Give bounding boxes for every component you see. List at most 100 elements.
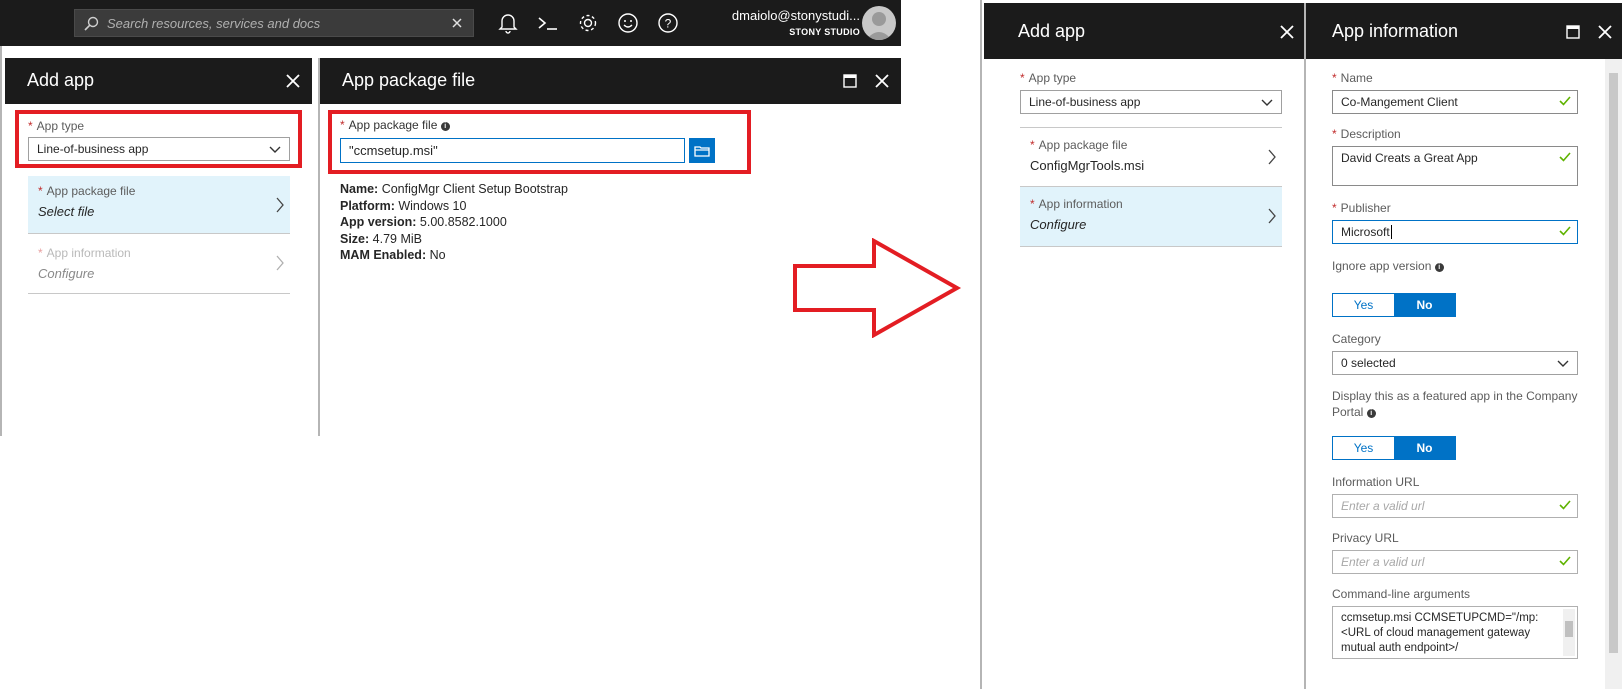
app-type-value: Line-of-business app bbox=[1029, 95, 1141, 109]
checkmark-icon bbox=[1559, 500, 1571, 510]
checkmark-icon bbox=[1559, 556, 1571, 566]
user-account[interactable]: dmaiolo@stonystudi... STONY STUDIO bbox=[700, 0, 860, 46]
featured-app-label: Display this as a featured app in the Co… bbox=[1332, 389, 1578, 419]
add-app-blade-header: Add app bbox=[984, 3, 1304, 59]
nav-app-package-file[interactable]: * App package file Select file bbox=[28, 176, 290, 234]
app-type-label: * App type bbox=[28, 119, 85, 133]
description-input[interactable]: David Creats a Great App bbox=[1332, 146, 1578, 186]
help-icon[interactable]: ? bbox=[648, 0, 688, 46]
app-info-blade-header: App information bbox=[1306, 3, 1622, 59]
cloud-shell-icon[interactable] bbox=[528, 0, 568, 46]
maximize-icon[interactable] bbox=[843, 74, 857, 88]
maximize-icon[interactable] bbox=[1566, 25, 1580, 39]
nav-value: Select file bbox=[38, 204, 95, 219]
app-type-select[interactable]: Line-of-business app bbox=[28, 137, 290, 161]
chevron-down-icon bbox=[1557, 360, 1569, 368]
privacy-url-label: Privacy URL bbox=[1332, 531, 1399, 545]
settings-gear-icon[interactable] bbox=[568, 0, 608, 46]
app-type-select[interactable]: Line-of-business app bbox=[1020, 90, 1282, 114]
chevron-right-icon bbox=[1268, 208, 1276, 224]
featured-app-toggle[interactable]: Yes No bbox=[1332, 436, 1456, 460]
name-value: Co-Mangement Client bbox=[1341, 95, 1458, 109]
close-icon[interactable] bbox=[1598, 25, 1612, 39]
detail-row: MAM Enabled: No bbox=[340, 248, 446, 262]
cmd-args-value: ccmsetup.msi CCMSETUPCMD="/mp:<URL of cl… bbox=[1341, 612, 1539, 654]
browse-file-button[interactable] bbox=[689, 138, 715, 163]
checkmark-icon bbox=[1559, 152, 1571, 162]
package-details: Name: ConfigMgr Client Setup Bootstrap P… bbox=[340, 181, 568, 264]
search-box[interactable]: Search resources, services and docs bbox=[74, 9, 474, 37]
cmd-args-label: Command-line arguments bbox=[1332, 587, 1471, 601]
chevron-right-icon bbox=[276, 197, 284, 213]
folder-icon bbox=[694, 145, 710, 157]
blade-divider bbox=[318, 58, 320, 436]
blade-title: App package file bbox=[342, 70, 476, 90]
package-file-value: "ccmsetup.msi" bbox=[349, 143, 438, 158]
ignore-version-toggle[interactable]: Yes No bbox=[1332, 293, 1456, 317]
name-label: * Name bbox=[1332, 71, 1373, 85]
privacy-url-placeholder: Enter a valid url bbox=[1341, 555, 1425, 569]
feedback-smiley-icon[interactable] bbox=[608, 0, 648, 46]
privacy-url-input[interactable]: Enter a valid url bbox=[1332, 550, 1578, 574]
checkmark-icon bbox=[1559, 96, 1571, 106]
ignore-version-label: Ignore app version i bbox=[1332, 259, 1444, 273]
search-input[interactable]: Search resources, services and docs bbox=[107, 16, 320, 31]
scrollbar[interactable] bbox=[1605, 59, 1622, 689]
nav-value: Configure bbox=[38, 266, 95, 281]
scrollbar-thumb[interactable] bbox=[1565, 621, 1573, 637]
toggle-no[interactable]: No bbox=[1394, 437, 1455, 459]
right-screen-edge bbox=[980, 0, 982, 689]
notifications-icon[interactable] bbox=[488, 0, 528, 46]
clear-search-icon[interactable] bbox=[451, 17, 463, 29]
toggle-no[interactable]: No bbox=[1394, 294, 1455, 316]
blade-divider bbox=[1304, 3, 1306, 689]
nav-app-package-file[interactable]: * App package file ConfigMgrTools.msi bbox=[1020, 127, 1282, 187]
info-url-placeholder: Enter a valid url bbox=[1341, 499, 1425, 513]
info-url-label: Information URL bbox=[1332, 475, 1420, 489]
scrollbar-thumb[interactable] bbox=[1609, 73, 1618, 653]
category-select[interactable]: 0 selected bbox=[1332, 351, 1578, 375]
app-package-blade-header: App package file bbox=[320, 58, 901, 104]
cmd-args-textarea[interactable]: ccmsetup.msi CCMSETUPCMD="/mp:<URL of cl… bbox=[1332, 606, 1578, 659]
close-icon[interactable] bbox=[1280, 25, 1294, 39]
textarea-scrollbar[interactable] bbox=[1563, 609, 1575, 656]
toggle-yes[interactable]: Yes bbox=[1333, 294, 1394, 316]
chevron-right-icon bbox=[1268, 149, 1276, 165]
publisher-input[interactable]: Microsoft bbox=[1332, 220, 1578, 244]
app-type-value: Line-of-business app bbox=[37, 142, 149, 156]
detail-row: Name: ConfigMgr Client Setup Bootstrap bbox=[340, 182, 568, 196]
info-icon[interactable]: i bbox=[1434, 263, 1444, 272]
svg-text:?: ? bbox=[665, 17, 672, 31]
avatar[interactable] bbox=[862, 6, 896, 40]
nav-title: App package file bbox=[46, 184, 136, 198]
description-value: David Creats a Great App bbox=[1341, 151, 1478, 165]
package-file-input[interactable]: "ccmsetup.msi" bbox=[340, 138, 685, 163]
chevron-down-icon bbox=[1261, 99, 1273, 107]
info-icon[interactable]: i bbox=[440, 122, 450, 131]
checkmark-icon bbox=[1559, 226, 1571, 236]
description-label: * Description bbox=[1332, 127, 1401, 141]
blade-title: App information bbox=[1332, 21, 1459, 41]
close-icon[interactable] bbox=[286, 74, 300, 88]
text-cursor bbox=[1390, 225, 1392, 239]
nav-title: App package file bbox=[1038, 138, 1128, 152]
close-icon[interactable] bbox=[875, 74, 889, 88]
toggle-yes[interactable]: Yes bbox=[1333, 437, 1394, 459]
detail-row: Platform: Windows 10 bbox=[340, 198, 467, 213]
nav-title: App information bbox=[46, 246, 131, 260]
user-name: dmaiolo@stonystudi... bbox=[731, 8, 860, 23]
detail-row: App version: 5.00.8582.1000 bbox=[340, 215, 507, 229]
category-value: 0 selected bbox=[1341, 356, 1396, 370]
nav-value: Configure bbox=[1030, 217, 1087, 232]
category-label: Category bbox=[1332, 332, 1381, 346]
package-field-label: * App package file i bbox=[340, 118, 450, 132]
blade-title: Add app bbox=[1018, 21, 1086, 41]
nav-app-information[interactable]: * App information Configure bbox=[1020, 187, 1282, 247]
info-url-input[interactable]: Enter a valid url bbox=[1332, 494, 1578, 518]
transition-arrow bbox=[792, 238, 962, 338]
nav-title: App information bbox=[1038, 197, 1123, 211]
nav-app-information: * App information Configure bbox=[28, 234, 290, 294]
info-icon[interactable]: i bbox=[1366, 409, 1376, 418]
blade-title: Add app bbox=[27, 70, 95, 90]
name-input[interactable]: Co-Mangement Client bbox=[1332, 90, 1578, 114]
